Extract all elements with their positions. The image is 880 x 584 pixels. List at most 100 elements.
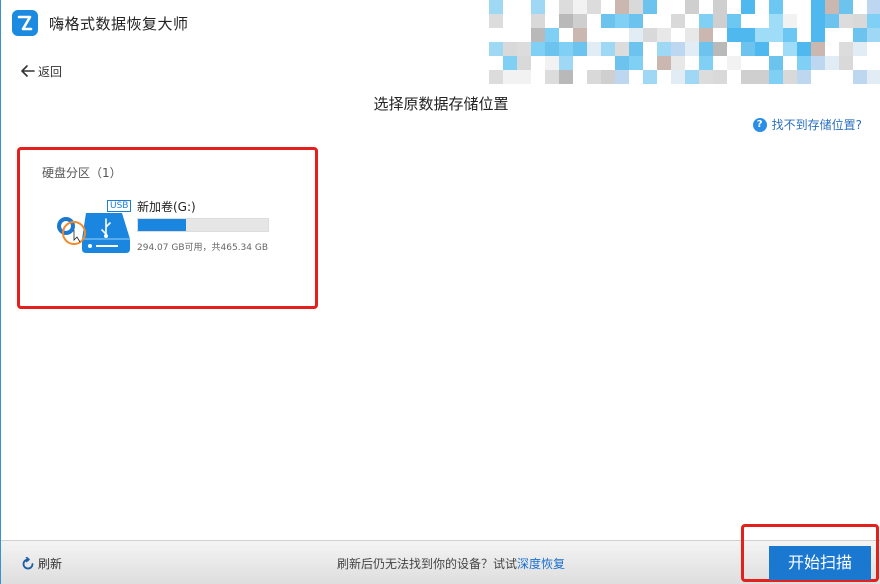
- mosaic-cell: [629, 56, 643, 70]
- capacity-bar: [137, 218, 269, 232]
- mosaic-cell: [629, 14, 643, 28]
- mosaic-cell: [657, 42, 671, 56]
- mosaic-cell: [657, 56, 671, 70]
- mosaic-cell: [545, 28, 559, 42]
- mosaic-cell: [839, 14, 853, 28]
- mosaic-cell: [531, 42, 545, 56]
- mosaic-cell: [839, 42, 853, 56]
- mosaic-cell: [503, 56, 517, 70]
- mosaic-cell: [825, 14, 839, 28]
- mosaic-cell: [643, 0, 657, 14]
- mosaic-cell: [713, 14, 727, 28]
- mosaic-cell: [531, 14, 545, 28]
- mosaic-cell: [671, 70, 685, 84]
- mosaic-cell: [489, 70, 503, 84]
- app-title: 嗨格式数据恢复大师: [49, 15, 189, 33]
- mosaic-cell: [559, 0, 573, 14]
- mosaic-cell: [601, 42, 615, 56]
- mosaic-cell: [573, 14, 587, 28]
- mosaic-cell: [559, 56, 573, 70]
- help-link[interactable]: ? 找不到存储位置?: [752, 116, 862, 133]
- mosaic-cell: [867, 28, 880, 42]
- mosaic-cell: [755, 42, 769, 56]
- mosaic-cell: [517, 56, 531, 70]
- mosaic-cell: [783, 14, 797, 28]
- mosaic-cell: [573, 28, 587, 42]
- mosaic-cell: [685, 28, 699, 42]
- page-title: 选择原数据存储位置: [373, 95, 509, 113]
- mosaic-cell: [671, 14, 685, 28]
- mosaic-cell: [671, 42, 685, 56]
- mosaic-cell: [489, 42, 503, 56]
- mosaic-cell: [629, 0, 643, 14]
- mosaic-cell: [797, 56, 811, 70]
- title-bar: 嗨格式数据恢复大师: [1, 0, 880, 84]
- mosaic-cell: [741, 42, 755, 56]
- mosaic-cell: [727, 14, 741, 28]
- mosaic-cell: [811, 14, 825, 28]
- refresh-label: 刷新: [38, 557, 63, 571]
- mosaic-cell: [685, 42, 699, 56]
- mosaic-cell: [853, 42, 867, 56]
- mosaic-cell: [811, 42, 825, 56]
- mosaic-cell: [699, 56, 713, 70]
- mosaic-cell: [699, 70, 713, 84]
- mosaic-cell: [867, 14, 880, 28]
- mosaic-cell: [713, 0, 727, 14]
- hint-message: 刷新后仍无法找到你的设备？试试: [337, 557, 518, 571]
- hint-text: 刷新后仍无法找到你的设备？试试深度恢复: [337, 555, 565, 572]
- start-scan-button[interactable]: 开始扫描: [769, 546, 871, 580]
- capacity-fill: [138, 219, 187, 231]
- mosaic-cell: [769, 14, 783, 28]
- mosaic-cell: [587, 70, 601, 84]
- mosaic-cell: [741, 70, 755, 84]
- mosaic-cell: [713, 70, 727, 84]
- mosaic-cell: [699, 42, 713, 56]
- mosaic-cell: [657, 28, 671, 42]
- mosaic-cell: [615, 56, 629, 70]
- refresh-icon: [22, 556, 34, 569]
- mosaic-cell: [699, 14, 713, 28]
- mosaic-cell: [755, 70, 769, 84]
- mosaic-cell: [797, 70, 811, 84]
- mosaic-cell: [559, 42, 573, 56]
- mosaic-cell: [713, 42, 727, 56]
- mosaic-cell: [685, 0, 699, 14]
- mosaic-cell: [615, 14, 629, 28]
- mosaic-cell: [811, 56, 825, 70]
- deep-recovery-link[interactable]: 深度恢复: [517, 557, 565, 571]
- mosaic-cell: [769, 0, 783, 14]
- partition-section: 硬盘分区（1） USB 新加卷(G:) 294.07 GB可用，共465.34 …: [17, 147, 318, 309]
- mosaic-cell: [489, 14, 503, 28]
- mosaic-cell: [531, 0, 545, 14]
- mosaic-cell: [517, 42, 531, 56]
- mosaic-cell: [601, 70, 615, 84]
- mosaic-cell: [573, 0, 587, 14]
- refresh-button[interactable]: 刷新: [21, 555, 62, 572]
- drive-item[interactable]: USB 新加卷(G:) 294.07 GB可用，共465.34 GB: [52, 195, 292, 265]
- drive-size-text: 294.07 GB可用，共465.34 GB: [137, 243, 269, 253]
- app-window: 嗨格式数据恢复大师 返回 选择原数据存储位置 ? 找不到存储位置? 硬盘分区（1…: [0, 0, 880, 584]
- mosaic-cell: [685, 70, 699, 84]
- mosaic-cell: [545, 42, 559, 56]
- mosaic-cell: [783, 28, 797, 42]
- back-button[interactable]: 返回: [21, 62, 62, 80]
- mosaic-cell: [867, 70, 880, 84]
- mosaic-cell: [811, 28, 825, 42]
- mosaic-cell: [783, 42, 797, 56]
- mosaic-cell: [741, 28, 755, 42]
- mosaic-cell: [699, 28, 713, 42]
- mosaic-cell: [839, 0, 853, 14]
- help-link-label: 找不到存储位置?: [771, 118, 862, 132]
- question-icon: ?: [752, 117, 767, 132]
- blurred-region: [489, 0, 880, 90]
- mosaic-cell: [797, 42, 811, 56]
- mosaic-cell: [741, 0, 755, 14]
- mosaic-cell: [671, 56, 685, 70]
- mosaic-cell: [727, 56, 741, 70]
- mosaic-cell: [643, 28, 657, 42]
- mosaic-cell: [489, 0, 503, 14]
- drive-name: 新加卷(G:): [137, 200, 196, 214]
- mosaic-cell: [783, 70, 797, 84]
- mosaic-cell: [853, 70, 867, 84]
